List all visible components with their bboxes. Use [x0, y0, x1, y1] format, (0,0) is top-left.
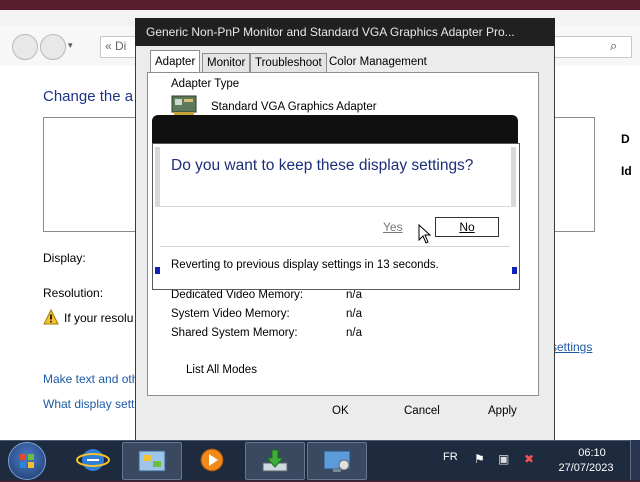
- yes-button[interactable]: Yes: [383, 220, 403, 234]
- left-strip: [155, 147, 160, 207]
- left-accent: [155, 267, 160, 274]
- taskbar-item-display[interactable]: [307, 442, 367, 480]
- mouse-cursor-icon: [418, 224, 432, 244]
- confirm-titlebar[interactable]: [152, 115, 518, 145]
- display-settings-link[interactable]: What display sett: [43, 397, 134, 411]
- confirm-question: Do you want to keep these display settin…: [171, 157, 474, 174]
- tab-color-management[interactable]: Color Management: [325, 53, 431, 71]
- dedicated-memory-label: Dedicated Video Memory:: [171, 289, 304, 301]
- start-button[interactable]: [8, 442, 46, 480]
- system-memory-value: n/a: [346, 308, 362, 320]
- chevron-down-icon[interactable]: ▾: [68, 40, 73, 51]
- display-label: Display:: [43, 251, 86, 265]
- identify-label[interactable]: Id: [621, 164, 632, 178]
- media-player-icon: [200, 448, 224, 472]
- control-panel-icon: [138, 450, 166, 472]
- divider: [160, 246, 510, 247]
- forward-button[interactable]: [40, 34, 66, 60]
- clock-date[interactable]: 27/07/2023: [556, 462, 616, 474]
- graphics-card-icon: [171, 95, 197, 115]
- dedicated-memory-value: n/a: [346, 289, 362, 301]
- right-strip: [511, 147, 516, 207]
- list-all-modes-button[interactable]: List All Modes: [186, 364, 257, 376]
- warning-text: If your resolu: [64, 311, 134, 325]
- shared-memory-label: Shared System Memory:: [171, 327, 298, 339]
- no-label: No: [459, 220, 475, 234]
- detect-label[interactable]: D: [621, 132, 630, 146]
- taskbar-item-control-panel[interactable]: [122, 442, 182, 480]
- internet-explorer-icon: [76, 449, 110, 471]
- divider: [160, 206, 510, 207]
- tab-adapter[interactable]: Adapter: [150, 50, 201, 73]
- apply-button[interactable]: Apply: [488, 405, 517, 417]
- right-accent: [512, 267, 517, 274]
- text-size-link[interactable]: Make text and oth: [43, 372, 138, 386]
- windows-logo-icon: [20, 454, 34, 468]
- taskbar-item-ie[interactable]: [64, 442, 122, 478]
- adapter-name: Standard VGA Graphics Adapter: [211, 101, 377, 113]
- display-settings-icon: [323, 450, 351, 472]
- tab-troubleshoot[interactable]: Troubleshoot: [250, 53, 327, 73]
- warning-icon: [43, 309, 59, 325]
- tab-monitor[interactable]: Monitor: [202, 53, 251, 73]
- show-desktop-button[interactable]: [630, 440, 640, 480]
- resolution-label: Resolution:: [43, 286, 104, 300]
- ok-button[interactable]: OK: [332, 405, 349, 417]
- download-icon: [262, 449, 288, 472]
- address-text: « Di: [105, 39, 127, 53]
- network-icon[interactable]: ▣: [498, 452, 509, 466]
- page-title: Change the a: [43, 88, 134, 105]
- cancel-button[interactable]: Cancel: [404, 405, 440, 417]
- shared-memory-value: n/a: [346, 327, 362, 339]
- volume-muted-icon[interactable]: ✖: [524, 452, 534, 466]
- clock-time[interactable]: 06:10: [572, 447, 612, 459]
- properties-title: Generic Non-PnP Monitor and Standard VGA…: [146, 25, 515, 39]
- system-memory-label: System Video Memory:: [171, 308, 290, 320]
- taskbar-item-media[interactable]: [183, 442, 241, 478]
- flag-icon[interactable]: ⚑: [474, 452, 485, 466]
- taskbar-item-download[interactable]: [245, 442, 305, 480]
- back-button[interactable]: [12, 34, 38, 60]
- advanced-settings-link[interactable]: settings: [551, 340, 592, 354]
- language-indicator[interactable]: FR: [443, 451, 458, 463]
- revert-countdown: Reverting to previous display settings i…: [171, 259, 439, 271]
- no-button[interactable]: No: [435, 217, 499, 237]
- adapter-type-label: Adapter Type: [171, 78, 240, 90]
- search-icon[interactable]: ⌕: [610, 38, 617, 54]
